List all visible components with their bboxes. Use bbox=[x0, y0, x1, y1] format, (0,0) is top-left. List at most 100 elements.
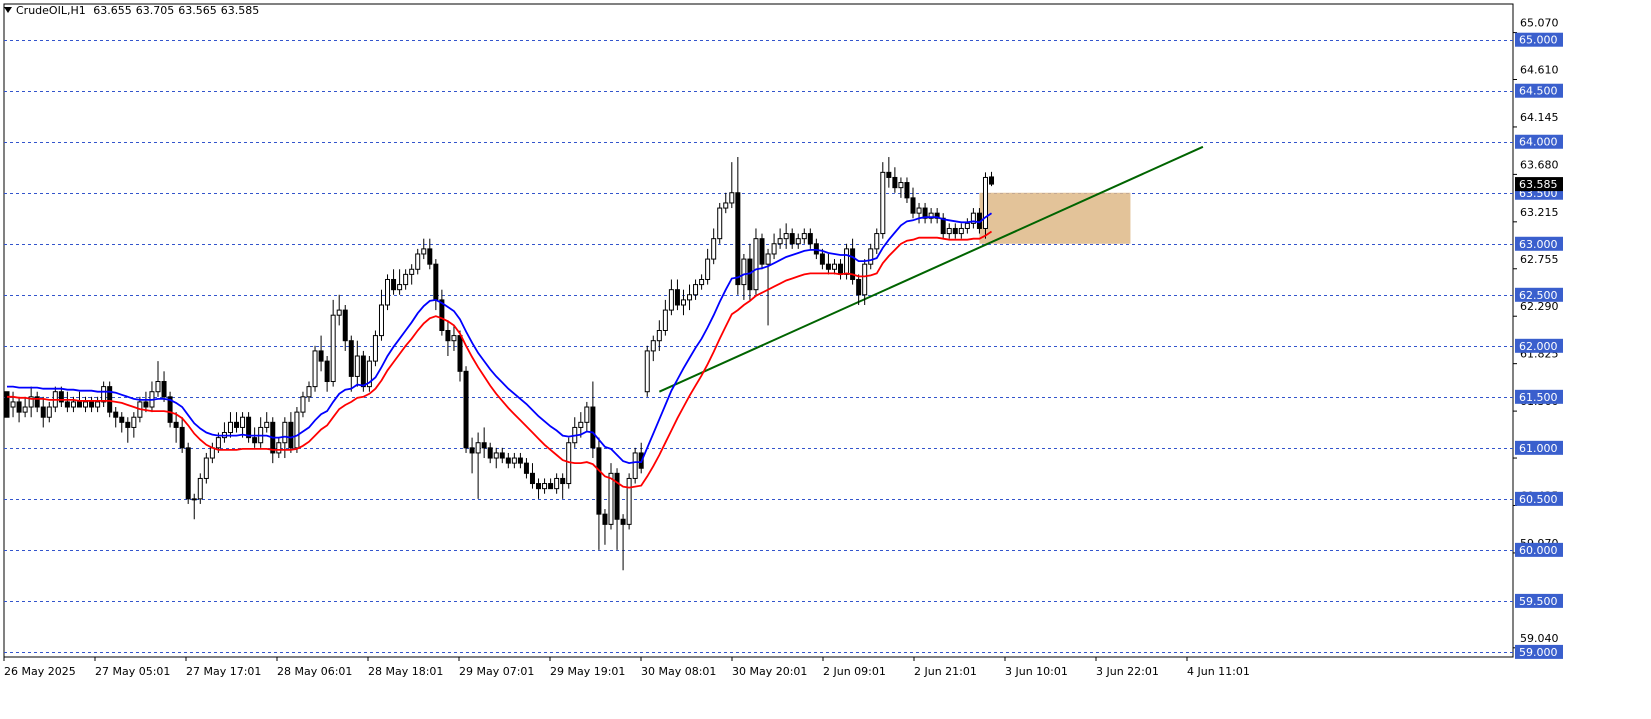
candle-body bbox=[288, 421, 294, 449]
candle-body bbox=[415, 253, 421, 270]
candle-body bbox=[378, 304, 384, 337]
candle-body bbox=[542, 483, 548, 490]
candle-body bbox=[300, 396, 306, 413]
candle-body bbox=[940, 217, 946, 235]
time-axis-label: 27 May 05:01 bbox=[95, 665, 170, 678]
candle-body bbox=[215, 437, 221, 449]
price-axis-label: 64.610 bbox=[1520, 64, 1559, 77]
level-label: 60.500 bbox=[1519, 493, 1558, 506]
candle-body bbox=[813, 243, 819, 255]
candle-body bbox=[487, 447, 493, 459]
candle-body bbox=[614, 472, 620, 520]
price-axis-label: 59.040 bbox=[1520, 632, 1559, 645]
candle bbox=[312, 345, 318, 392]
candle-body bbox=[276, 442, 282, 454]
candle-body bbox=[306, 386, 312, 398]
candle-body bbox=[391, 278, 397, 291]
candle-body bbox=[330, 314, 336, 383]
time-axis-label: 30 May 08:01 bbox=[641, 665, 716, 678]
time-axis-label: 26 May 2025 bbox=[4, 665, 76, 678]
candle-body bbox=[433, 263, 439, 301]
price-chart[interactable]: 65.070 64.610 64.145 63.680 63.215 62.755 62.2… bbox=[0, 0, 1651, 719]
candle-body bbox=[360, 355, 366, 388]
candle-body bbox=[83, 401, 89, 408]
candle-body bbox=[880, 171, 886, 235]
candle-body bbox=[844, 248, 850, 275]
time-axis-label: 28 May 06:01 bbox=[277, 665, 352, 678]
candle bbox=[717, 202, 723, 244]
candle-body bbox=[753, 238, 759, 291]
candle-body bbox=[656, 330, 662, 342]
candle-body bbox=[282, 421, 288, 444]
candle-body bbox=[705, 258, 711, 280]
candle bbox=[294, 407, 300, 453]
candle-body bbox=[76, 401, 82, 408]
candle bbox=[632, 447, 638, 484]
candle-body bbox=[946, 227, 952, 235]
candle-body bbox=[729, 192, 735, 204]
candle bbox=[982, 172, 988, 239]
candle-body bbox=[529, 472, 535, 485]
level-label: 65.000 bbox=[1519, 34, 1558, 47]
candle bbox=[366, 356, 372, 392]
candle-body bbox=[143, 401, 149, 408]
candle-body bbox=[64, 401, 70, 408]
candle-body bbox=[723, 202, 729, 209]
candle-body bbox=[856, 278, 862, 296]
candle bbox=[185, 442, 191, 504]
candle-body bbox=[107, 386, 113, 413]
candle-body bbox=[342, 309, 348, 342]
support-zone bbox=[979, 192, 1131, 244]
candle-body bbox=[324, 360, 330, 383]
candle-body bbox=[626, 477, 632, 525]
candle-body bbox=[511, 457, 517, 464]
time-axis-label: 29 May 19:01 bbox=[550, 665, 625, 678]
time-axis-label: 4 Jun 11:01 bbox=[1187, 665, 1250, 678]
candle-body bbox=[590, 406, 596, 449]
candle-body bbox=[874, 233, 880, 250]
candle-body bbox=[838, 263, 844, 275]
candle-body bbox=[481, 442, 487, 449]
candle-body bbox=[197, 477, 203, 500]
candle-body bbox=[982, 176, 988, 229]
time-axis-label: 2 Jun 09:01 bbox=[823, 665, 886, 678]
candle-body bbox=[155, 381, 161, 393]
time-axis-label: 3 Jun 22:01 bbox=[1096, 665, 1159, 678]
candle-body bbox=[185, 447, 191, 500]
candle-body bbox=[862, 263, 868, 296]
price-axis-label: 62.755 bbox=[1520, 253, 1559, 266]
candle-body bbox=[662, 309, 668, 331]
current-price-label: 63.585 bbox=[1519, 178, 1558, 191]
candle-body bbox=[89, 401, 95, 408]
candle-body bbox=[16, 401, 22, 413]
candle-body bbox=[759, 238, 765, 265]
candle-body bbox=[4, 391, 10, 418]
chart-root: 65.070 64.610 64.145 63.680 63.215 62.755 62.2… bbox=[0, 0, 1651, 719]
level-label: 62.500 bbox=[1519, 289, 1558, 302]
candle-body bbox=[910, 197, 916, 214]
candle-body bbox=[70, 401, 76, 408]
candle-body bbox=[469, 447, 475, 454]
dropdown-triangle-icon[interactable] bbox=[4, 7, 12, 13]
candle bbox=[753, 228, 759, 295]
level-label: 61.000 bbox=[1519, 442, 1558, 455]
chart-header: CrudeOIL,H1 63.655 63.705 63.565 63.585 bbox=[4, 4, 263, 17]
candle-body bbox=[964, 222, 970, 229]
candle-body bbox=[741, 258, 747, 286]
candle-body bbox=[523, 462, 529, 474]
candle-body bbox=[173, 421, 179, 428]
candle-body bbox=[457, 335, 463, 372]
candle-body bbox=[499, 452, 505, 459]
candle-body bbox=[989, 176, 995, 185]
candle-body bbox=[680, 299, 686, 306]
time-axis-label: 27 May 17:01 bbox=[186, 665, 261, 678]
candle-body bbox=[95, 401, 101, 408]
candle-body bbox=[336, 309, 342, 316]
candle-body bbox=[644, 350, 650, 393]
open-value: 63.655 bbox=[93, 4, 132, 17]
candle bbox=[759, 233, 765, 270]
candle-body bbox=[209, 447, 215, 459]
candle-body bbox=[161, 381, 167, 398]
candle-body bbox=[560, 477, 566, 485]
candle-body bbox=[699, 278, 705, 286]
